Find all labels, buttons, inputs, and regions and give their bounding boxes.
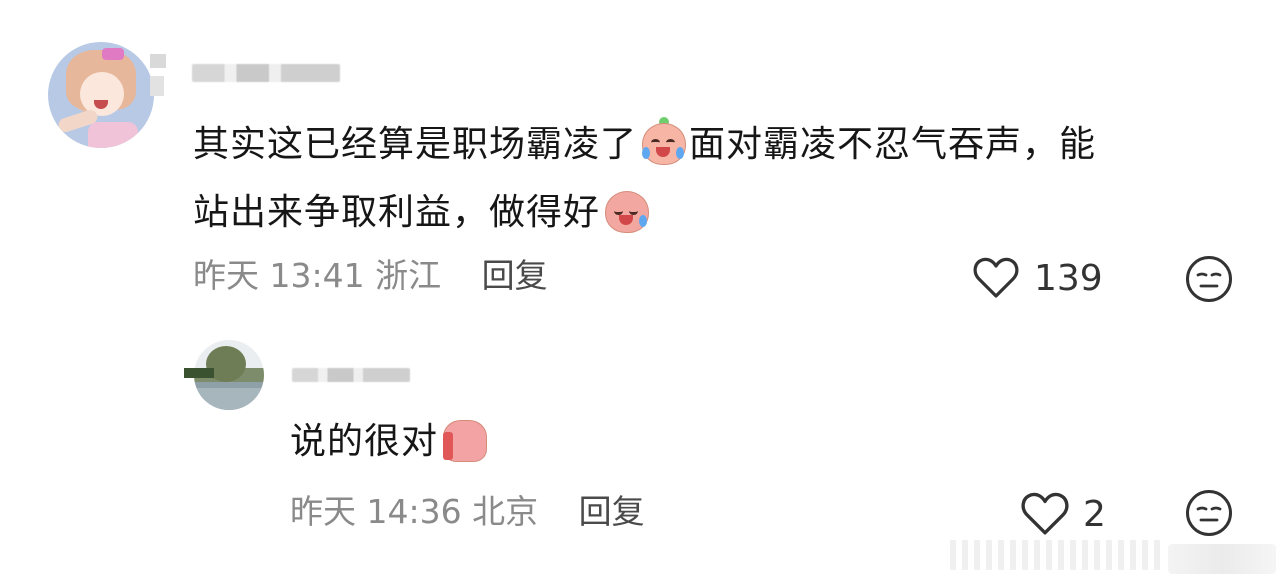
comment-2-meta: 昨天 14:36 北京 回复	[290, 492, 645, 532]
comment-2-text: 说的很对	[290, 414, 490, 467]
comment-1-text-part-1: 其实这已经算是职场霸凌了	[193, 124, 638, 165]
comment-1-username-blurred[interactable]	[192, 64, 340, 82]
comment-1-text-part-2: 面对霸凌不忍气吞声，能	[689, 124, 1097, 165]
comment-1-location: 浙江	[375, 256, 442, 295]
comment-1-text-part-3: 站出来争取利益，做得好	[193, 192, 601, 233]
like-heart-icon[interactable]	[1020, 492, 1070, 536]
blurred-pixel	[150, 76, 164, 96]
comment-2-location: 北京	[472, 492, 539, 531]
like-heart-icon[interactable]	[973, 257, 1019, 299]
comment-2-like-count: 2	[1083, 494, 1106, 535]
comment-2-time: 昨天 14:36	[290, 492, 462, 531]
comment-1-like-count: 139	[1034, 258, 1103, 299]
thumbs-up-emoji-icon	[440, 414, 488, 462]
comment-1-text-line-2: 站出来争取利益，做得好	[193, 185, 652, 238]
watermark	[1168, 544, 1276, 574]
blurred-pixel	[150, 54, 166, 68]
crying-emoji-icon	[639, 114, 687, 165]
comment-1-meta: 昨天 13:41 浙江 回复	[193, 256, 548, 296]
angry-emoji-icon	[602, 185, 650, 233]
comment-1-reply-button[interactable]: 回复	[482, 256, 548, 295]
watermark-strip	[950, 540, 1166, 570]
comment-2-text-part: 说的很对	[290, 421, 439, 462]
comment-1-text-line-1: 其实这已经算是职场霸凌了 面对霸凌不忍气吞声，能	[193, 114, 1097, 170]
comment-1-avatar[interactable]	[48, 42, 154, 148]
comment-1-time: 昨天 13:41	[193, 256, 365, 295]
dislike-face-icon[interactable]	[1185, 255, 1233, 303]
dislike-face-icon[interactable]	[1185, 489, 1233, 537]
comment-2-reply-button[interactable]: 回复	[579, 492, 645, 531]
blurred-pixel	[184, 368, 214, 378]
comment-2-username-blurred[interactable]	[292, 368, 410, 382]
